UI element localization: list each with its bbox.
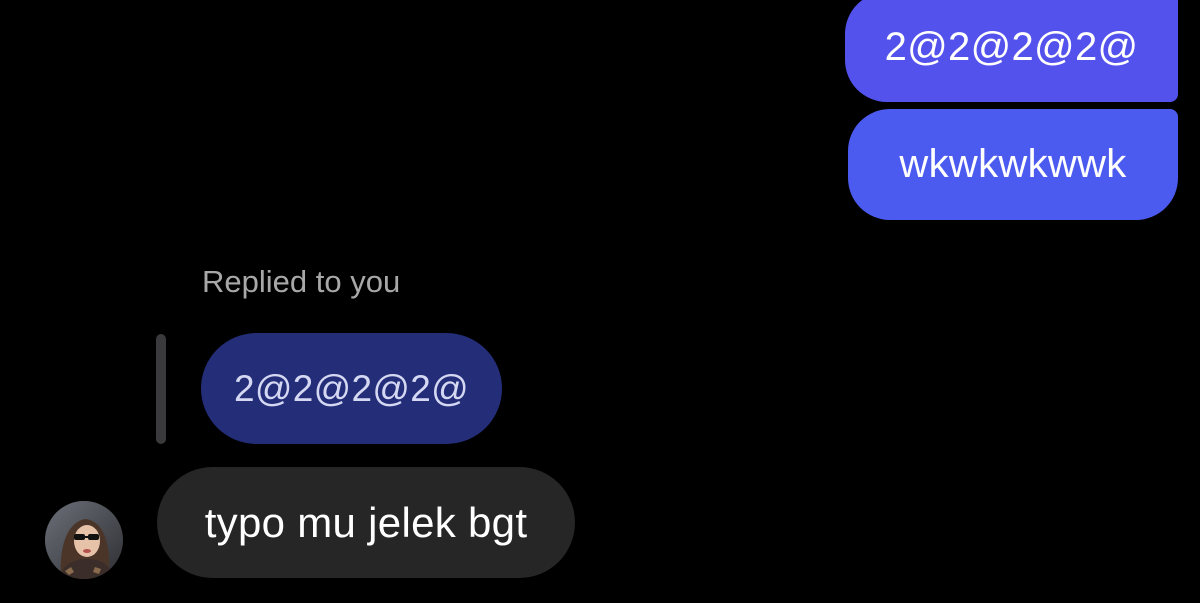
reply-context-label: Replied to you [202, 264, 401, 299]
chat-thread: 2@2@2@2@ wkwkwkwwk Replied to you 2@2@2@… [0, 0, 1200, 603]
sent-message-bubble[interactable]: wkwkwkwwk [848, 109, 1178, 220]
quoted-message-bubble[interactable]: 2@2@2@2@ [201, 333, 502, 444]
avatar[interactable] [45, 501, 123, 579]
user-avatar-icon [45, 501, 123, 579]
sent-message-bubble[interactable]: 2@2@2@2@ [845, 0, 1178, 102]
reply-indicator-bar [156, 334, 166, 444]
received-message-bubble[interactable]: typo mu jelek bgt [157, 467, 575, 578]
